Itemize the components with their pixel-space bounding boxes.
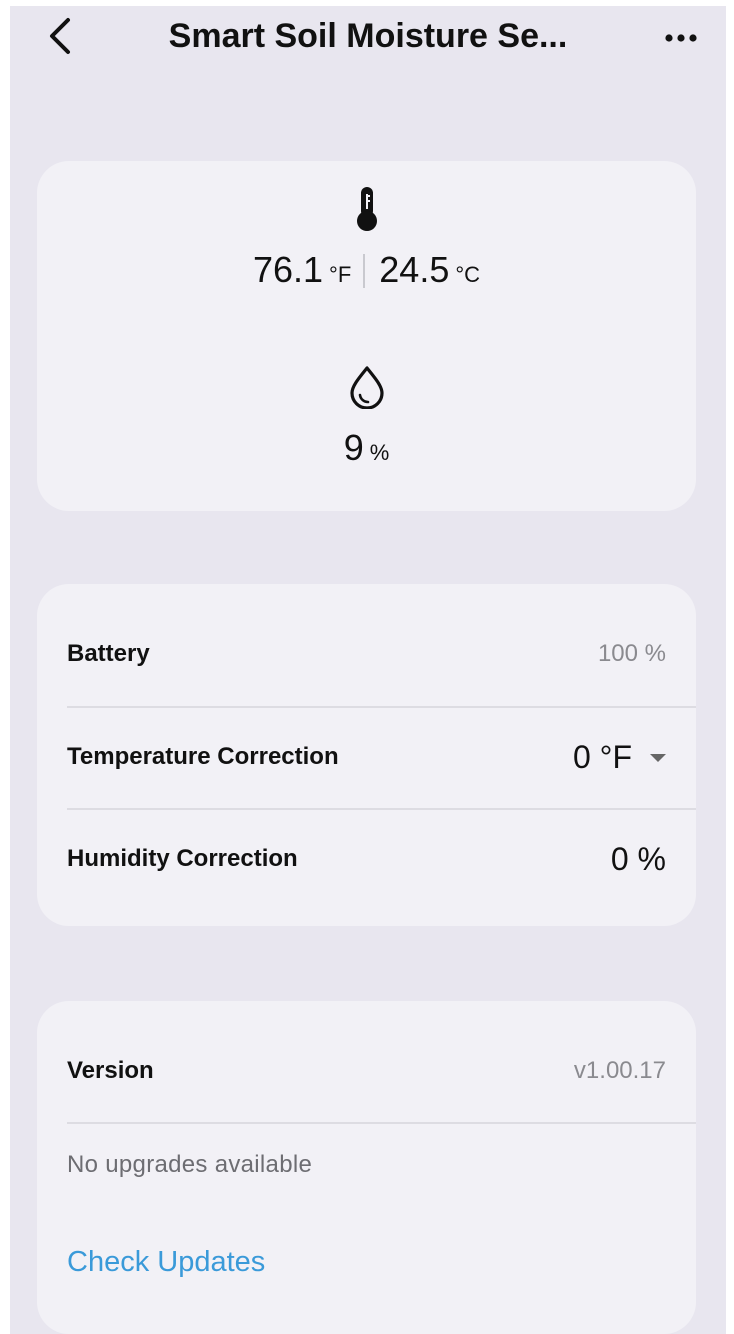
back-button[interactable] (40, 14, 80, 58)
temperature-correction-row[interactable]: Temperature Correction 0 °F (67, 707, 666, 807)
sensor-readings-card: 76.1 °F 24.5 °C 9% (37, 161, 696, 511)
humidity-correction-value[interactable]: 0 % (611, 809, 666, 909)
device-detail-screen: Smart Soil Moisture Se... 76.1 °F 24.5 °C (10, 6, 726, 1334)
temp-fahrenheit-value: 76.1 (252, 249, 324, 290)
battery-row: Battery 100 % (67, 604, 666, 704)
divider (67, 1122, 696, 1124)
upgrade-status: No upgrades available (67, 1151, 313, 1178)
humidity-correction-label: Humidity Correction (67, 845, 298, 872)
temp-separator (363, 254, 366, 288)
water-drop-icon (349, 366, 384, 409)
humidity-value: 9 (343, 427, 364, 468)
version-card: Version v1.00.17 No upgrades available C… (37, 1001, 696, 1334)
version-row: Version v1.00.17 (67, 1021, 666, 1121)
settings-card: Battery 100 % Temperature Correction 0 °… (37, 584, 696, 926)
humidity-correction-row[interactable]: Humidity Correction 0 % (67, 809, 666, 909)
battery-value: 100 % (597, 640, 666, 667)
nav-header: Smart Soil Moisture Se... (10, 6, 726, 70)
more-button[interactable] (656, 18, 706, 58)
temp-fahrenheit-unit: °F (329, 262, 352, 287)
temperature-correction-label: Temperature Correction (67, 743, 339, 770)
temperature-correction-value: 0 °F (572, 739, 632, 775)
check-updates-link[interactable]: Check Updates (67, 1246, 265, 1279)
humidity-unit: % (369, 440, 390, 465)
thermometer-icon (356, 187, 377, 231)
water-drop-icon-wrap (37, 365, 696, 409)
version-label: Version (67, 1057, 154, 1084)
temperature-reading: 76.1 °F 24.5 °C (37, 249, 696, 291)
humidity-reading: 9% (37, 427, 696, 469)
temp-celsius-value: 24.5 (379, 249, 450, 290)
page-title: Smart Soil Moisture Se... (168, 17, 568, 55)
temperature-correction-dropdown[interactable]: 0 °F (573, 707, 666, 807)
version-value: v1.00.17 (573, 1057, 666, 1084)
battery-label: Battery (67, 640, 150, 667)
more-horizontal-icon (665, 34, 697, 42)
thermometer-icon-wrap (37, 185, 696, 233)
caret-down-icon (650, 754, 666, 762)
temp-celsius-unit: °C (455, 262, 481, 287)
chevron-left-icon (50, 18, 70, 54)
